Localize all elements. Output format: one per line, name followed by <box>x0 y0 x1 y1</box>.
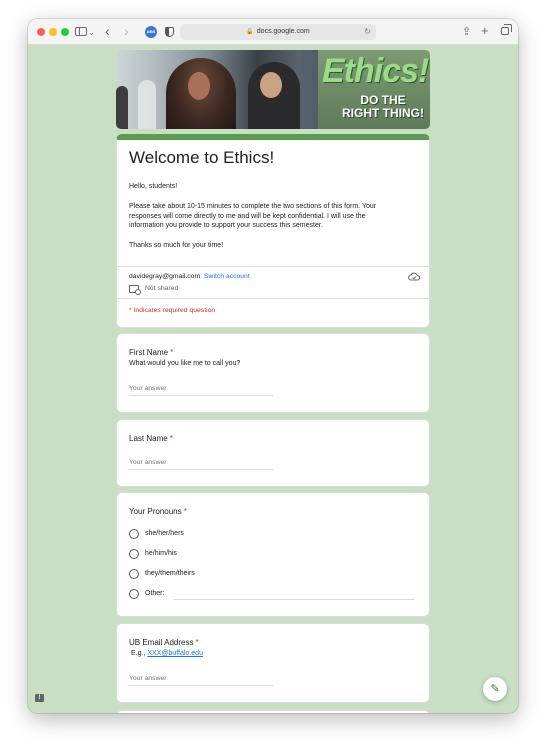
header-divider <box>117 266 429 267</box>
radio-label: they/them/theirs <box>145 570 195 577</box>
required-star: * <box>195 638 199 647</box>
new-tab-icon[interactable]: + <box>481 22 489 40</box>
radio-button[interactable] <box>129 569 139 579</box>
radio-label: he/him/his <box>145 550 177 557</box>
radio-button[interactable] <box>129 549 139 559</box>
question-card-next <box>116 710 430 713</box>
url-text: docs.google.com <box>256 28 310 35</box>
form-description-line: Please take about 10-15 minutes to compl… <box>129 203 377 210</box>
form-description-line: responses will come directly to me and w… <box>129 212 366 220</box>
back-arrow-icon[interactable]: ‹ <box>105 22 110 40</box>
banner-person-woman <box>166 58 236 129</box>
tab-overview-icon[interactable] <box>501 24 512 35</box>
question-card-first-name: First Name * What would you like me to ca… <box>116 333 430 413</box>
address-bar[interactable]: 🔒 docs.google.com ↻ <box>180 24 376 40</box>
radio-label: she/her/hers <box>145 530 184 537</box>
example-email-link[interactable]: XXX@buffalo.edu <box>147 650 203 657</box>
question-help-text: E.g., XXX@buffalo.edu <box>131 650 203 657</box>
forward-arrow-icon[interactable]: › <box>124 22 129 40</box>
extension-icon[interactable]: ABB <box>145 26 157 38</box>
required-note: * Indicates required question <box>129 307 216 314</box>
other-pronoun-input[interactable] <box>173 599 415 600</box>
banner-logo-word: Ethics! <box>322 52 429 90</box>
radio-option-other[interactable]: Other: <box>129 589 419 601</box>
edit-pencil-button[interactable]: ✎ <box>483 677 507 701</box>
question-title: First Name * <box>129 348 174 357</box>
cloud-saved-icon <box>408 272 420 281</box>
share-icon[interactable]: ⇪ <box>462 23 471 41</box>
browser-window: ⌄ ‹ › ABB 🔒 docs.google.com ↻ ⇪ + Ethics!… <box>28 19 518 713</box>
form-header-card: Welcome to Ethics! Hello, students! Plea… <box>116 134 430 328</box>
privacy-shield-icon[interactable] <box>165 27 174 37</box>
page-content: Ethics! DO THE RIGHT THING! Welcome to E… <box>28 46 518 713</box>
question-title: Your Pronouns * <box>129 507 187 516</box>
question-card-pronouns: Your Pronouns * she/her/hers he/him/his t… <box>116 492 430 617</box>
account-row: davidegray@gmail.com Switch account <box>129 273 250 280</box>
switch-account-link[interactable]: Switch account <box>204 273 250 280</box>
question-help-text: What would you like me to call you? <box>129 360 241 367</box>
header-banner-image: Ethics! DO THE RIGHT THING! <box>116 50 430 129</box>
chevron-down-icon[interactable]: ⌄ <box>88 24 95 42</box>
question-card-last-name: Last Name * Your answer <box>116 419 430 487</box>
not-shared-icon <box>129 285 141 295</box>
banner-background-figure <box>116 86 128 129</box>
required-star: * <box>183 507 187 516</box>
browser-toolbar: ⌄ ‹ › ABB 🔒 docs.google.com ↻ ⇪ + <box>28 19 518 45</box>
lock-icon: 🔒 <box>246 29 254 35</box>
question-card-email: UB Email Address * E.g., XXX@buffalo.edu … <box>116 623 430 703</box>
feedback-icon[interactable]: ! <box>35 694 44 702</box>
not-shared-label: Not shared <box>145 285 179 292</box>
email-input[interactable]: Your answer <box>129 674 273 686</box>
form-description-line: information you provide to support your … <box>129 222 323 229</box>
close-window-button[interactable] <box>37 28 45 36</box>
header-divider <box>117 298 429 299</box>
banner-logo-subtitle: DO THE RIGHT THING! <box>342 93 424 120</box>
banner-person-man <box>248 62 300 129</box>
minimize-window-button[interactable] <box>49 28 57 36</box>
zoom-window-button[interactable] <box>61 28 69 36</box>
form-title: Welcome to Ethics! <box>129 148 275 167</box>
radio-button[interactable] <box>129 529 139 539</box>
form-greeting: Hello, students! <box>129 183 178 190</box>
banner-background-figure <box>138 80 156 129</box>
reload-icon[interactable]: ↻ <box>364 24 371 40</box>
required-star: * <box>170 348 174 357</box>
form-thanks: Thanks so much for your time! <box>129 242 224 249</box>
last-name-input[interactable]: Your answer <box>129 458 273 470</box>
radio-label: Other: <box>145 590 165 597</box>
question-title: Last Name * <box>129 434 173 443</box>
required-star: * <box>169 434 173 443</box>
question-title: UB Email Address * <box>129 638 199 647</box>
radio-button[interactable] <box>129 589 139 599</box>
first-name-input[interactable]: Your answer <box>129 384 273 396</box>
sidebar-toggle-icon[interactable] <box>75 27 87 36</box>
account-email: davidegray@gmail.com <box>129 273 201 280</box>
